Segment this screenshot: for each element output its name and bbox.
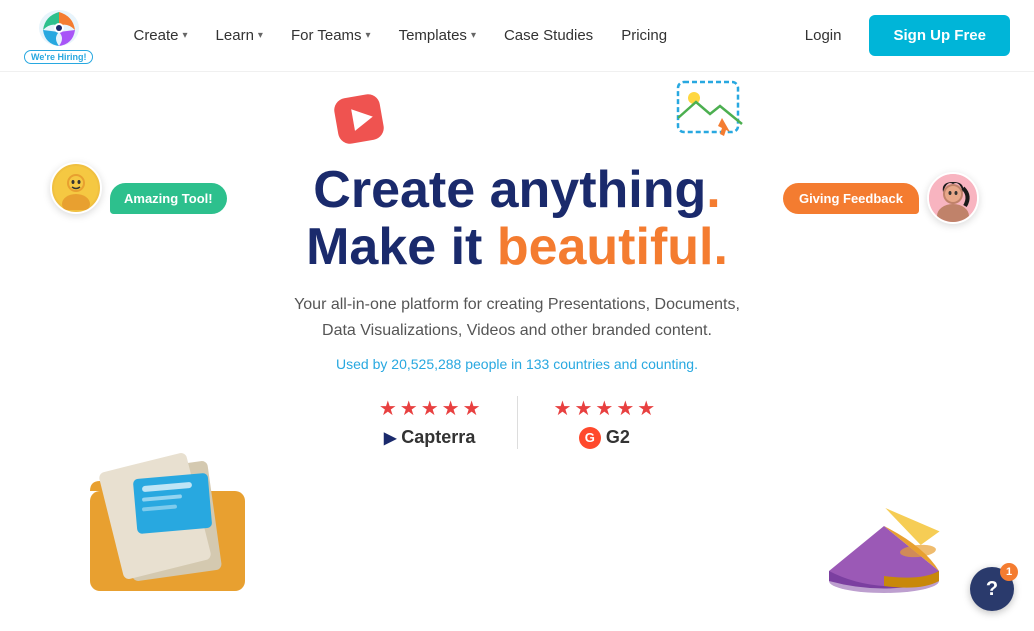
pie-chart-decoration	[814, 496, 954, 621]
capterra-logo: ▶ Capterra	[384, 427, 475, 448]
signup-button[interactable]: Sign Up Free	[869, 15, 1010, 56]
logo[interactable]: We're Hiring!	[24, 8, 93, 64]
bubble-amazing: Amazing Tool!	[110, 183, 227, 214]
hero-subtext: Your all-in-one platform for creating Pr…	[294, 292, 740, 343]
nav-item-learn[interactable]: Learn ▾	[204, 19, 275, 52]
nav-item-templates[interactable]: Templates ▾	[387, 19, 488, 52]
nav-right: Login Sign Up Free	[793, 15, 1010, 56]
g2-stars: ★ ★ ★ ★ ★	[554, 396, 656, 421]
nav-links: Create ▾ Learn ▾ For Teams ▾ Templates ▾…	[121, 19, 792, 52]
g2-logo: G G2	[579, 427, 630, 449]
hero-line1: Create anything.	[306, 162, 728, 219]
bubble-feedback: Giving Feedback	[783, 183, 919, 214]
hero-used-text: Used by 20,525,288 people in 133 countri…	[336, 356, 698, 372]
chevron-down-icon: ▾	[366, 30, 371, 41]
help-badge: 1	[1000, 563, 1018, 581]
feedback-decoration: Giving Feedback	[783, 172, 979, 224]
image-icon-decoration	[676, 80, 744, 145]
hero-heading: Create anything. Make it beautiful.	[306, 162, 728, 276]
g2-icon: G	[579, 427, 601, 449]
help-button[interactable]: ? 1	[970, 567, 1014, 611]
chevron-down-icon: ▾	[258, 30, 263, 41]
rating-capterra: ★ ★ ★ ★ ★ ▶ Capterra	[343, 396, 517, 448]
ratings-section: ★ ★ ★ ★ ★ ▶ Capterra ★ ★ ★ ★ ★ G G2	[343, 396, 691, 449]
login-button[interactable]: Login	[793, 19, 854, 52]
amazing-tool-decoration: Amazing Tool!	[50, 162, 227, 214]
rating-g2: ★ ★ ★ ★ ★ G G2	[517, 396, 692, 449]
folder-decoration	[80, 446, 270, 611]
nav-item-pricing[interactable]: Pricing	[609, 19, 679, 52]
nav-item-case-studies[interactable]: Case Studies	[492, 19, 605, 52]
capterra-icon: ▶	[384, 428, 396, 448]
nav-item-for-teams[interactable]: For Teams ▾	[279, 19, 383, 52]
capterra-stars: ★ ★ ★ ★ ★	[379, 396, 481, 421]
nav-item-create[interactable]: Create ▾	[121, 19, 199, 52]
navbar: We're Hiring! Create ▾ Learn ▾ For Teams…	[0, 0, 1034, 72]
hiring-badge: We're Hiring!	[24, 50, 93, 64]
hero-line2: Make it beautiful.	[306, 219, 728, 276]
avatar-man	[50, 162, 102, 214]
logo-icon	[37, 8, 81, 48]
play-icon-decoration	[330, 90, 388, 153]
avatar-woman	[927, 172, 979, 224]
chevron-down-icon: ▾	[183, 30, 188, 41]
hero-section: Amazing Tool! Giving Feedback Create any…	[0, 72, 1034, 631]
chevron-down-icon: ▾	[471, 30, 476, 41]
